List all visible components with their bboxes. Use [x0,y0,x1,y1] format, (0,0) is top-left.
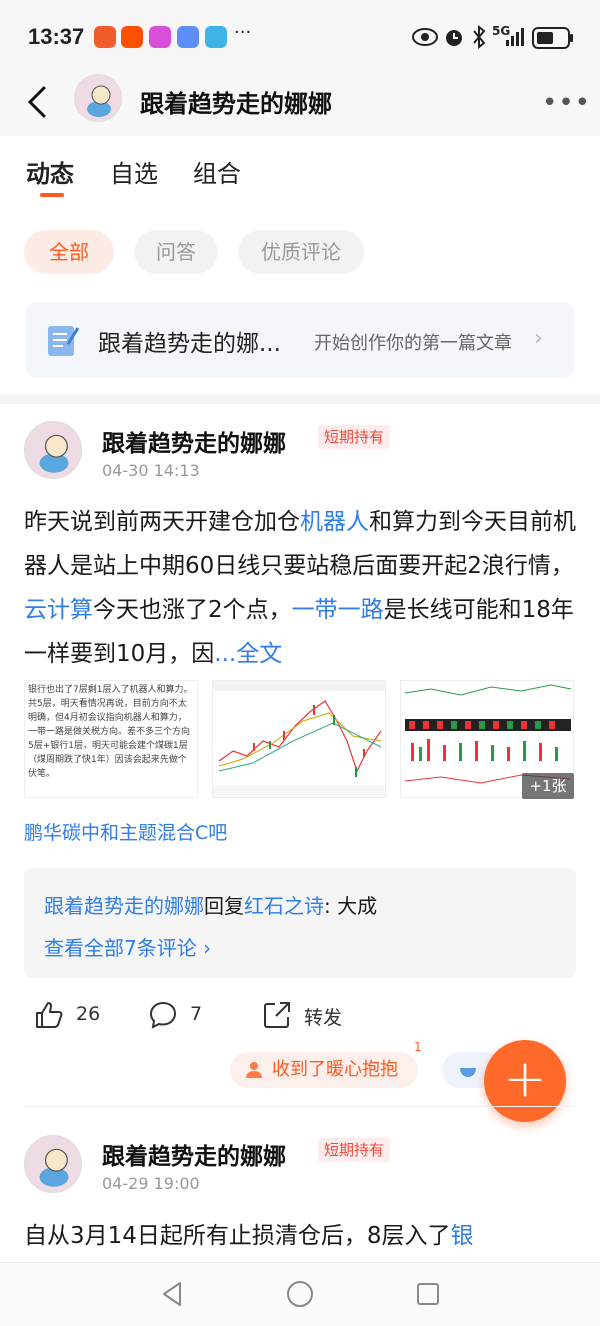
fund-bar-link[interactable]: 鹏华碳中和主题混合C吧 [24,818,227,845]
compose-icon [48,326,80,356]
comment-preview[interactable] [24,868,576,978]
back-icon[interactable] [24,86,48,118]
holding-tag: 短期持有 [318,1138,391,1162]
app-notification-icon [94,26,116,48]
signal-bars-icon [506,28,524,46]
tab-dynamics[interactable]: 动态 [26,154,74,189]
banner-title: 跟着趋势走的娜... [98,331,281,357]
comment-icon[interactable] [148,1000,178,1030]
post-body[interactable]: 自从3月14日起所有止损清仓后，8层入了银 [24,1214,578,1258]
topic-link-robot[interactable]: 机器人 [300,509,369,535]
filter-chip-all[interactable]: 全部 [24,230,114,274]
comment-count: 7 [190,1003,203,1025]
alarm-icon [446,30,462,46]
post-text: 今天也涨了2个点， [93,597,292,623]
taobao-icon [121,26,143,48]
topic-link-bank[interactable]: 银 [451,1223,474,1249]
post-text: 昨天说到前两天开建仓加仓 [24,509,300,535]
warm-hug-label: 收到了暖心抱抱 [272,1059,398,1080]
hug-icon [246,1062,262,1078]
create-post-fab[interactable]: + [484,1040,566,1122]
filter-chip-quality[interactable]: 优质评论 [238,230,364,274]
like-icon[interactable] [34,1000,64,1030]
post-image-chart[interactable] [212,680,386,798]
tab-watchlist[interactable]: 自选 [110,154,158,189]
like-count: 26 [76,1003,101,1025]
holding-tag: 短期持有 [318,425,391,449]
post-author[interactable]: 跟着趋势走的娜娜 [102,424,286,458]
status-time: 13:37 [28,24,85,49]
book-icon [205,26,227,48]
battery-icon [532,27,573,49]
more-icon[interactable]: ••• [542,88,591,118]
post-image-text[interactable]: 银行也出了7层剩1层入了机器人和算力。共5层，明天看情况再说，目前方向不太明确，… [24,680,198,798]
nav-home-icon[interactable] [286,1280,314,1308]
tab-active-indicator [40,193,64,197]
post-date: 04-29 19:00 [102,1174,200,1193]
reply-word: 回复 [204,894,244,918]
image-text-content: 银行也出了7层剩1层入了机器人和算力。共5层，明天看情况再说，目前方向不太明确，… [28,685,193,779]
header-avatar[interactable] [74,74,122,122]
post-date: 04-30 14:13 [102,461,200,480]
topic-link-cloud[interactable]: 云计算 [24,597,93,623]
tab-portfolio[interactable]: 组合 [193,154,241,189]
bluetooth-icon [473,25,486,49]
topic-link-belt-road[interactable]: 一带一路 [292,597,384,623]
view-all-comments-link[interactable]: 查看全部7条评论 › [44,932,211,961]
chevron-right-icon: › [534,326,543,351]
post-body[interactable]: 昨天说到前两天开建仓加仓机器人和算力到今天目前机器人是站上中期60日线只要站稳后… [24,500,578,676]
post-author[interactable]: 跟着趋势走的娜娜 [102,1137,286,1171]
more-notifications-icon: ··· [234,22,252,43]
share-label[interactable]: 转发 [304,1003,342,1030]
page-title: 跟着趋势走的娜娜 [140,90,332,118]
bowl-icon [460,1068,476,1077]
eye-icon [412,28,438,46]
comment-replier[interactable]: 跟着趋势走的娜娜 [44,894,204,918]
section-divider [0,394,600,404]
comment-content: : 大成 [324,894,378,918]
post-avatar[interactable] [24,1135,82,1193]
post-text: 自从3月14日起所有止损清仓后，8层入了 [24,1223,451,1249]
warm-hug-count: 1 [414,1040,422,1054]
comment-target[interactable]: 红石之诗 [244,894,324,918]
nav-back-icon[interactable] [160,1280,184,1308]
post-separator [24,1106,576,1107]
nav-recents-icon[interactable] [416,1282,440,1306]
filter-chip-qa[interactable]: 问答 [134,230,218,274]
post-avatar[interactable] [24,421,82,479]
comment-line: 跟着趋势走的娜娜回复红石之诗: 大成 [44,890,377,919]
banner-subtitle: 开始创作你的第一篇文章 [314,333,512,354]
more-images-badge[interactable]: +1张 [522,773,574,799]
share-icon[interactable] [262,1000,292,1030]
message-icon [177,26,199,48]
video-icon [149,26,171,48]
read-full-link[interactable]: ...全文 [214,641,282,667]
